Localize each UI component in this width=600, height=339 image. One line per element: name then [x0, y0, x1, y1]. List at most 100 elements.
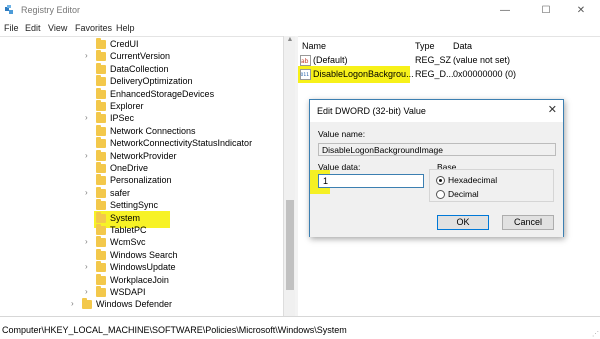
menu-edit[interactable]: Edit [25, 23, 41, 33]
tree-item[interactable]: › safer [0, 186, 283, 200]
column-header-type[interactable]: Type [415, 41, 435, 51]
column-header-name[interactable]: Name [302, 41, 326, 51]
tree-item[interactable]: NetworkConnectivityStatusIndicator [0, 137, 283, 150]
value-name-label: Value name: [318, 129, 366, 139]
tree-item[interactable]: Personalization [0, 174, 283, 187]
tree-item[interactable]: Network Connections [0, 124, 283, 138]
svg-text:011: 011 [301, 72, 310, 78]
tree-item[interactable]: EnhancedStorageDevices [0, 87, 283, 101]
resize-grip-icon[interactable]: ⋰ [592, 330, 599, 338]
binary-value-icon: 011 [300, 69, 311, 80]
expand-arrow-icon[interactable]: › [85, 188, 88, 197]
ok-button[interactable]: OK [437, 215, 489, 230]
folder-icon [96, 199, 106, 211]
tree-item[interactable]: CredUI [0, 38, 283, 51]
tree-item[interactable]: › CurrentVersion [0, 50, 283, 63]
tree-item-label: Personalization [110, 175, 172, 186]
close-button[interactable]: ✕ [562, 0, 600, 21]
tree-item-label: SettingSync [110, 200, 159, 211]
hexadecimal-label[interactable]: Hexadecimal [448, 175, 497, 185]
folder-icon [96, 124, 106, 136]
tree-item-label: safer [110, 187, 131, 198]
folder-icon [96, 75, 106, 87]
value-data: 0x00000000 (0) [453, 69, 517, 79]
tree-item-label: WSDAPI [110, 287, 146, 297]
folder-icon [96, 100, 106, 111]
folder-icon [96, 87, 106, 99]
menu-favorites[interactable]: Favorites [75, 23, 112, 33]
expand-arrow-icon[interactable]: › [85, 113, 88, 122]
window-title: Registry Editor [21, 5, 81, 15]
value-name: DisableLogonBackgrou... [313, 69, 414, 79]
expand-arrow-icon[interactable]: › [85, 51, 88, 60]
tree-item-label: CurrentVersion [110, 51, 171, 62]
registry-editor-icon [5, 5, 13, 14]
value-name-field[interactable]: DisableLogonBackgroundImage [318, 143, 556, 156]
folder-icon [96, 174, 106, 186]
tree-item[interactable]: DeliveryOptimization [0, 75, 283, 88]
tree-item[interactable]: Windows Search [0, 248, 283, 262]
tree-item[interactable]: › WindowsUpdate [0, 261, 283, 274]
tree-item-label: IPSec [110, 113, 135, 124]
tree-item[interactable]: › WSDAPI [0, 286, 283, 299]
folder-icon [96, 62, 106, 74]
tree-item[interactable]: TabletPC [0, 224, 283, 237]
menu-help[interactable]: Help [116, 23, 135, 33]
hexadecimal-radio[interactable] [436, 176, 445, 185]
folder-icon [96, 273, 106, 285]
tree-item-label: Windows Defender [96, 299, 173, 310]
tree-item[interactable]: OneDrive [0, 162, 283, 175]
tree-item[interactable]: › Windows Defender [0, 298, 283, 311]
decimal-radio[interactable] [436, 190, 445, 199]
tree-item[interactable]: WorkplaceJoin [0, 273, 283, 287]
column-header-data[interactable]: Data [453, 41, 472, 51]
svg-text:ab: ab [301, 58, 309, 65]
dialog-body: Value name: DisableLogonBackgroundImage … [310, 122, 563, 237]
tree-item[interactable]: System [0, 210, 283, 228]
tree-item[interactable]: › NetworkProvider [0, 149, 283, 163]
expand-arrow-icon[interactable]: › [85, 151, 88, 160]
scrollbar-thumb[interactable] [286, 200, 294, 290]
folder-icon [96, 261, 106, 273]
maximize-button[interactable]: ☐ [527, 0, 565, 21]
cancel-button[interactable]: Cancel [502, 215, 554, 230]
tree-item-label: TabletPC [110, 225, 147, 235]
tree-item[interactable]: Explorer [0, 100, 283, 113]
value-name: (Default) [313, 55, 348, 65]
tree-item-label: DeliveryOptimization [110, 76, 193, 87]
menu-file[interactable]: File [4, 23, 19, 33]
tree-item-label: Windows Search [110, 249, 178, 260]
expand-arrow-icon[interactable]: › [85, 237, 88, 246]
menu-view[interactable]: View [48, 23, 67, 33]
tree-item-label: WindowsUpdate [110, 262, 176, 273]
menu-bar: File Edit View Favorites Help [0, 21, 600, 36]
minimize-button[interactable]: — [486, 0, 524, 21]
tree-item-label: CredUI [110, 39, 139, 49]
folder-icon [96, 211, 106, 223]
tree-item-label: Network Connections [110, 125, 196, 136]
folder-icon [96, 112, 106, 124]
folder-icon [96, 248, 106, 260]
dialog-title: Edit DWORD (32-bit) Value [317, 106, 426, 116]
value-type: REG_SZ [415, 55, 452, 65]
folder-icon [82, 298, 92, 310]
tree-item[interactable]: DataCollection [0, 62, 283, 76]
expand-arrow-icon[interactable]: › [85, 287, 88, 296]
decimal-label[interactable]: Decimal [448, 189, 479, 199]
value-data-input[interactable]: 1 [318, 174, 424, 188]
value-row[interactable]: 011 DisableLogonBackgrou... REG_D... 0x0… [298, 66, 600, 83]
tree-item[interactable]: › IPSec [0, 112, 283, 125]
folder-icon [96, 162, 106, 173]
dialog-close-icon[interactable]: ✕ [548, 103, 557, 116]
folder-icon [96, 236, 106, 248]
status-bar: Computer\HKEY_LOCAL_MACHINE\SOFTWARE\Pol… [0, 316, 600, 339]
expand-arrow-icon[interactable]: › [85, 262, 88, 271]
key-tree[interactable]: CredUI › CurrentVersion DataCollection Deliv… [0, 36, 283, 316]
folder-icon [96, 137, 106, 149]
expand-arrow-icon[interactable]: › [71, 299, 74, 308]
title-bar: Registry Editor — ☐ ✕ [0, 0, 600, 21]
folder-icon [96, 186, 106, 198]
tree-item-label: Explorer [110, 101, 144, 111]
tree-scrollbar[interactable]: ▲ [283, 36, 295, 316]
tree-item[interactable]: › WcmSvc [0, 236, 283, 249]
